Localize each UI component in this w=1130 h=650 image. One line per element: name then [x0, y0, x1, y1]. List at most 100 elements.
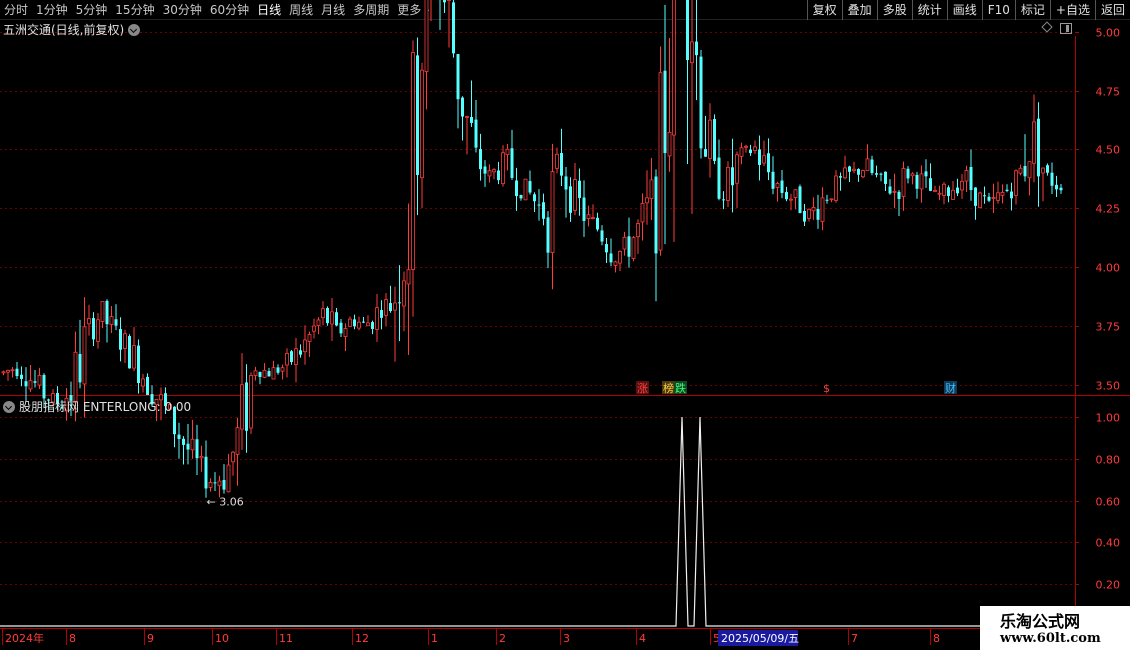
candle-body	[627, 236, 631, 257]
cursor-date-label: 2025/05/09/五	[721, 632, 799, 645]
candle-body	[28, 380, 33, 390]
candle-body	[649, 179, 654, 199]
candle-body	[141, 378, 145, 387]
candle-body	[384, 299, 388, 316]
candle-body	[600, 230, 604, 242]
candle-body	[380, 310, 383, 318]
candle-body	[753, 146, 757, 151]
candle-body	[312, 325, 316, 332]
candle-body	[605, 244, 608, 253]
candle-body	[910, 173, 915, 177]
candle-body	[1037, 118, 1040, 177]
candle-body	[348, 318, 352, 327]
candle-body	[546, 217, 550, 253]
candle-body	[1046, 165, 1049, 173]
candle-body	[735, 154, 739, 184]
candle-body	[1018, 167, 1023, 174]
candle-body	[420, 69, 424, 179]
candle-body	[537, 204, 541, 206]
candle-body	[299, 350, 302, 355]
candle-body	[906, 168, 910, 179]
candle-body	[366, 322, 370, 327]
candle-body	[901, 168, 906, 197]
candle-body	[1, 371, 6, 374]
candle-body	[695, 41, 698, 56]
candle-body	[249, 374, 253, 429]
candle-body	[307, 334, 312, 342]
chart-canvas[interactable]: 3.503.754.004.254.504.755.005.255.500.20…	[0, 0, 1130, 650]
candle-body	[1050, 172, 1054, 186]
event-marker-label: 财	[945, 381, 956, 395]
candle-body	[996, 192, 1000, 201]
candle-body	[937, 192, 942, 195]
candle-body	[951, 189, 955, 200]
candle-body	[33, 381, 37, 383]
candle-body	[654, 176, 658, 254]
candle-body	[618, 250, 622, 264]
candle-body	[969, 166, 973, 190]
chevron-down-icon[interactable]	[128, 23, 141, 36]
candle-body	[245, 382, 248, 431]
candle-body	[470, 117, 473, 123]
candle-body	[195, 439, 199, 459]
candle-body	[879, 173, 883, 175]
candle-body	[177, 434, 181, 439]
candle-body	[758, 149, 761, 165]
indicator-tick-label: 0.60	[1096, 496, 1121, 509]
candle-body	[253, 370, 258, 376]
candle-body	[915, 174, 919, 189]
candle-body	[128, 336, 131, 369]
candle-body	[591, 217, 595, 219]
candle-body	[92, 318, 95, 340]
candle-body	[555, 153, 559, 169]
candle-body	[280, 367, 285, 372]
time-tick-label: 1	[431, 632, 438, 645]
candle-body	[834, 175, 838, 201]
candle-body	[542, 202, 545, 219]
candle-body	[505, 148, 510, 155]
candle-body	[271, 367, 276, 380]
candle-body	[622, 236, 627, 250]
watermark-title: 乐淘公式网	[1000, 612, 1081, 631]
candle-body	[371, 322, 374, 329]
candle-body	[82, 326, 87, 385]
candle-body	[523, 178, 528, 201]
candle-body	[586, 214, 591, 219]
candle-body	[461, 97, 464, 117]
candle-body	[569, 186, 572, 213]
candle-body	[123, 333, 127, 349]
panel-toggle-icon[interactable]	[1060, 23, 1072, 34]
chevron-down-icon[interactable]	[3, 400, 15, 413]
candle-body	[1014, 170, 1018, 196]
candle-body	[672, 0, 676, 136]
candle-body	[235, 427, 240, 455]
candle-body	[519, 194, 523, 199]
time-tick-label: 4	[639, 632, 646, 645]
candle-body	[119, 329, 122, 350]
candle-body	[42, 375, 46, 399]
candle-body	[424, 0, 429, 72]
candle-body	[942, 183, 946, 196]
candle-body	[326, 307, 329, 324]
candle-body	[861, 170, 865, 178]
indicator-tick-label: 0.40	[1096, 537, 1121, 550]
candle-body	[690, 41, 694, 64]
candle-body	[213, 482, 217, 484]
candle-body	[564, 176, 568, 190]
candle-body	[226, 464, 231, 493]
candle-body	[793, 189, 798, 198]
time-tick-label: 9	[147, 632, 154, 645]
candle-body	[217, 480, 222, 487]
candle-body	[1000, 192, 1005, 196]
candle-body	[208, 481, 213, 488]
candle-body	[829, 198, 834, 201]
candle-body	[663, 70, 667, 154]
event-marker-label: $	[823, 382, 830, 395]
indicator-tick-label: 1.00	[1096, 412, 1121, 425]
candle-body	[780, 180, 784, 193]
candle-body	[767, 153, 770, 173]
candle-body	[276, 367, 280, 373]
candle-body	[357, 321, 361, 329]
candle-body	[848, 166, 851, 172]
candle-body	[964, 170, 969, 182]
